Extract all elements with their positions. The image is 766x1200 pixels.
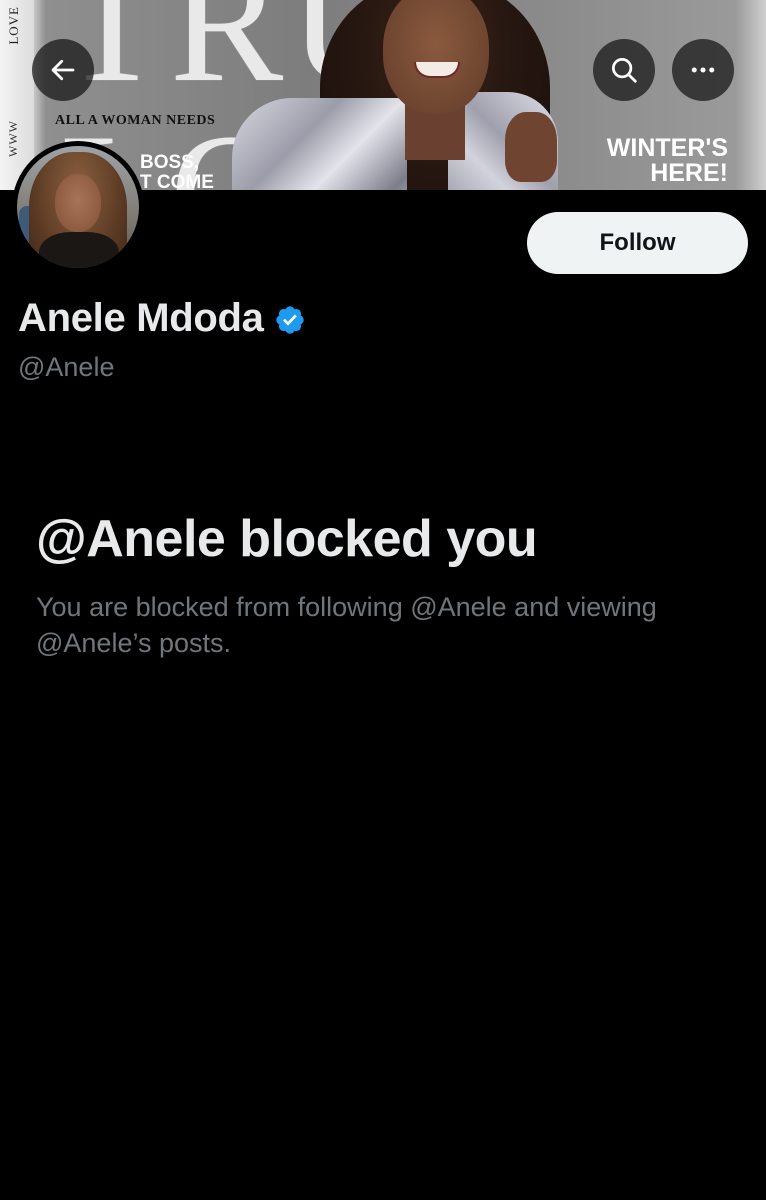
cover-headline-left-line2: T COME xyxy=(140,172,214,191)
magazine-tagline: ALL A WOMAN NEEDS xyxy=(55,113,216,128)
profile-name-row: Anele Mdoda xyxy=(18,296,306,341)
avatar-face xyxy=(55,174,101,232)
search-button[interactable] xyxy=(593,39,655,101)
arrow-left-icon xyxy=(51,59,75,81)
cover-headline-left: BOSS, T COME xyxy=(140,152,214,191)
back-button[interactable] xyxy=(32,39,94,101)
blocked-title: @Anele blocked you xyxy=(36,510,538,568)
magazine-spine-text: LOVE xyxy=(6,6,21,45)
avatar-photo xyxy=(17,146,139,268)
cover-headline-right: WINTER'S HERE! xyxy=(607,136,728,186)
cover-model-face xyxy=(383,0,489,114)
follow-button[interactable]: Follow xyxy=(527,212,748,274)
more-horizontal-icon xyxy=(691,67,715,73)
display-name: Anele Mdoda xyxy=(18,296,264,340)
avatar[interactable] xyxy=(12,141,144,273)
cover-headline-right-line1: WINTER'S xyxy=(606,134,728,162)
handle: @Anele xyxy=(18,352,115,382)
more-options-button[interactable] xyxy=(672,39,734,101)
search-icon xyxy=(612,58,637,83)
cover-headline-left-line1: BOSS, xyxy=(140,152,200,173)
cover-model-jacket-left xyxy=(232,98,407,190)
cover-headline-right-line2: HERE! xyxy=(650,159,728,187)
profile-page: LOVE WWW TRUE LOVE ALL A WOMAN NEEDS BOS… xyxy=(0,0,766,1200)
cover-model-hand xyxy=(505,112,557,182)
avatar-body xyxy=(39,232,119,268)
magazine-spine-url: WWW xyxy=(6,120,20,157)
verified-badge-icon[interactable] xyxy=(274,304,306,336)
blocked-description: You are blocked from following @Anele an… xyxy=(36,592,657,658)
